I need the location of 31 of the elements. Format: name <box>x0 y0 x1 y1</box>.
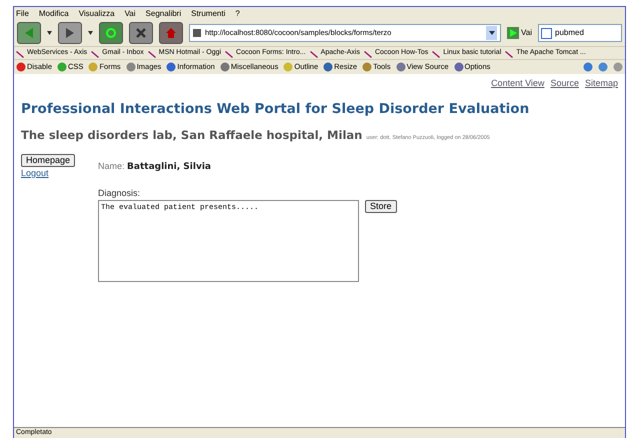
menu-item[interactable]: Segnalibri <box>146 8 182 20</box>
logout-link[interactable]: Logout <box>21 167 49 180</box>
house-icon <box>165 27 177 39</box>
page-title: Professional Interactions Web Portal for Sleep Disorder Evaluation <box>21 100 530 118</box>
lab-name: The sleep disorders lab, San Raffaele hospital, Milan <box>21 126 362 144</box>
dropdown-icon[interactable] <box>486 26 498 40</box>
homepage-button[interactable]: Homepage <box>21 154 76 167</box>
menu-item[interactable]: File <box>16 8 29 20</box>
menu-item[interactable]: Modifica <box>38 8 69 20</box>
stop-button[interactable] <box>129 22 153 44</box>
patient-name: Battaglini, Silvia <box>127 162 211 172</box>
back-arrow-icon <box>23 27 35 39</box>
search-engine-icon <box>541 28 552 38</box>
store-button[interactable]: Store <box>365 200 397 213</box>
forward-button[interactable] <box>58 22 82 44</box>
nav-link[interactable]: Sitemap <box>584 77 618 90</box>
menu-item[interactable]: Vai <box>124 8 136 20</box>
menu-item[interactable]: Visualizza <box>78 8 115 20</box>
dropdown-icon[interactable] <box>47 31 52 35</box>
nav-link[interactable]: Source <box>550 77 579 90</box>
close-icon <box>135 27 147 39</box>
menu-item[interactable]: Strumenti <box>191 8 226 20</box>
name-label: Name: <box>98 161 125 171</box>
search-field[interactable]: pubmed <box>538 24 622 42</box>
dropdown-icon[interactable] <box>88 31 93 35</box>
nav-link[interactable]: Content View <box>491 77 544 90</box>
diagnosis-label: Diagnosis: <box>98 186 142 200</box>
menu-item[interactable]: ? <box>235 8 240 20</box>
reload-button[interactable] <box>99 22 123 44</box>
reload-icon <box>105 27 117 39</box>
forward-arrow-icon <box>64 27 76 39</box>
